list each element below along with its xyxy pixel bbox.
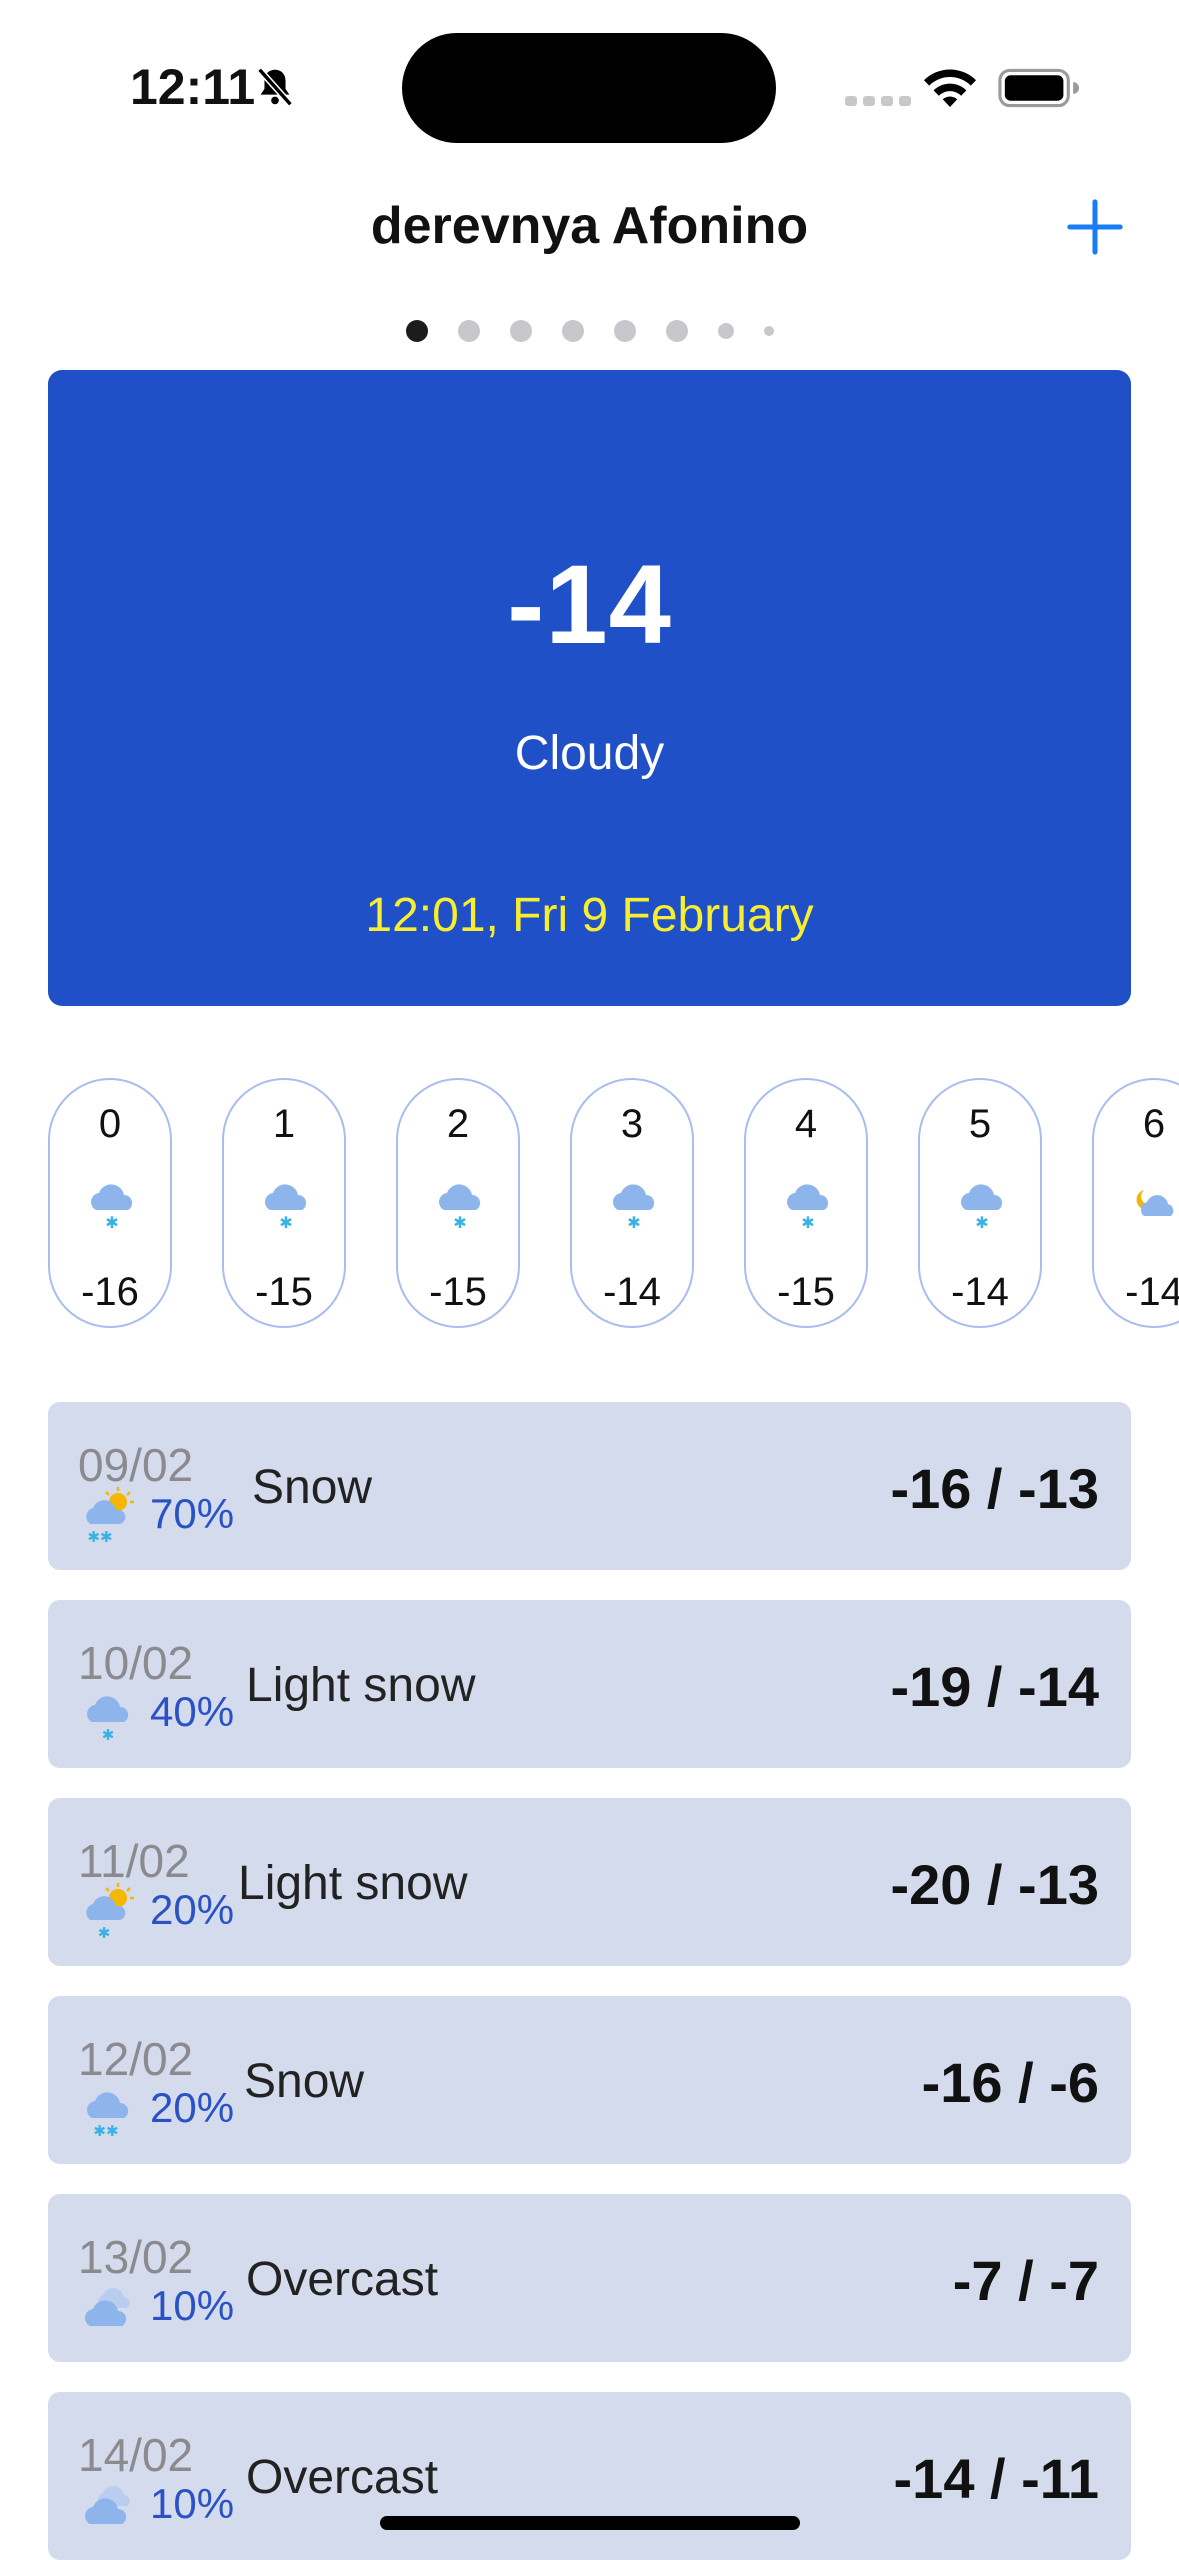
snow-cloud-icon: ✱ [439, 1184, 481, 1232]
hour-temp: -14 [1125, 1270, 1179, 1314]
day-condition: Snow [252, 1461, 373, 1514]
day-condition: Overcast [246, 2253, 439, 2306]
snow-cloud-icon: ✱ [613, 1184, 655, 1232]
page-dot[interactable] [613, 320, 636, 342]
hour-temp: -14 [603, 1270, 661, 1314]
day-temp-range: -19 / -14 [890, 1655, 1099, 1718]
status-time: 12:11 [130, 59, 256, 115]
hour-temp: -15 [429, 1270, 487, 1314]
svg-text:✱: ✱ [627, 1213, 640, 1232]
day-date: 13/02 [78, 2231, 194, 2283]
hour-label: 6 [1142, 1102, 1166, 1146]
hour-label: 5 [968, 1102, 992, 1146]
overcast-cloud-icon [85, 2288, 130, 2326]
hourly-item[interactable]: 1 ✱ -15 [222, 1078, 346, 1328]
svg-text:✱✱: ✱✱ [93, 2122, 118, 2138]
day-temp-range: -20 / -13 [890, 1853, 1099, 1916]
page-dot[interactable] [405, 320, 428, 342]
current-temperature: -14 [507, 542, 672, 667]
current-condition: Cloudy [514, 727, 665, 780]
hourly-item[interactable]: 2 ✱ -15 [396, 1078, 520, 1328]
sun-snow-cloud-icon: ✱ [86, 1883, 134, 1940]
snow-cloud-icon: ✱✱ [87, 2092, 129, 2138]
daily-row[interactable]: 13/02 10% Overcast -7 / -7 [48, 2194, 1131, 2362]
day-date: 12/02 [78, 2033, 194, 2085]
page-dot[interactable] [717, 323, 734, 339]
hourly-item[interactable]: 4 ✱ -15 [744, 1078, 868, 1328]
wifi-icon [924, 69, 976, 107]
day-condition: Light snow [238, 1857, 468, 1910]
day-condition: Light snow [246, 1659, 476, 1712]
daily-row[interactable]: 12/02 ✱✱ 20% Snow -16 / -6 [48, 1996, 1131, 2164]
snow-cloud-icon: ✱ [87, 1696, 129, 1742]
day-condition: Overcast [246, 2451, 439, 2504]
hour-temp: -14 [951, 1270, 1009, 1314]
day-precip: 10% [150, 2282, 235, 2329]
snow-cloud-icon: ✱ [787, 1184, 829, 1232]
day-condition: Snow [244, 2055, 365, 2108]
svg-text:✱: ✱ [98, 1924, 111, 1940]
page-dot[interactable] [509, 320, 532, 342]
svg-text:✱: ✱ [975, 1213, 988, 1232]
snow-cloud-icon: ✱ [91, 1184, 133, 1232]
daily-row[interactable]: 14/02 10% Overcast -14 / -11 [48, 2392, 1131, 2560]
page-dot[interactable] [763, 326, 774, 336]
day-precip: 20% [150, 1886, 235, 1933]
battery-icon [998, 68, 1080, 108]
current-weather-card: -14 Cloudy 12:01, Fri 9 February [48, 370, 1131, 1006]
hourly-item[interactable]: 0 ✱ -16 [48, 1078, 172, 1328]
snow-cloud-icon: ✱ [961, 1184, 1003, 1232]
day-precip: 10% [150, 2480, 235, 2527]
page-dot[interactable] [561, 320, 584, 342]
hourly-item[interactable]: 5 ✱ -14 [918, 1078, 1042, 1328]
moon-cloud-icon [1136, 1190, 1174, 1216]
daily-row[interactable]: 09/02 ✱✱ 70% Snow -16 / -13 [48, 1402, 1131, 1570]
add-city-button[interactable] [1066, 198, 1124, 256]
day-date: 10/02 [78, 1637, 194, 1689]
page-dot[interactable] [665, 320, 688, 342]
day-temp-range: -16 / -6 [921, 2051, 1099, 2114]
day-date: 11/02 [78, 1835, 190, 1887]
dynamic-island [402, 33, 776, 143]
day-precip: 70% [150, 1490, 235, 1537]
daily-row[interactable]: 11/02 ✱ 20% Light snow -20 / -13 [48, 1798, 1131, 1966]
daily-row[interactable]: 10/02 ✱ 40% Light snow -19 / -14 [48, 1600, 1131, 1768]
hour-label: 3 [620, 1102, 644, 1146]
day-precip: 20% [150, 2084, 235, 2131]
svg-text:✱: ✱ [105, 1213, 118, 1232]
hourly-item[interactable]: 6 -14 [1092, 1078, 1179, 1328]
hour-label: 0 [98, 1102, 122, 1146]
hourly-item[interactable]: 3 ✱ -14 [570, 1078, 694, 1328]
day-temp-range: -16 / -13 [890, 1457, 1099, 1520]
current-datetime: 12:01, Fri 9 February [365, 889, 814, 942]
day-date: 14/02 [78, 2429, 194, 2481]
city-title: derevnya Afonino [370, 197, 809, 255]
hour-label: 2 [446, 1102, 470, 1146]
hour-label: 1 [272, 1102, 296, 1146]
page-indicator[interactable] [0, 320, 1179, 342]
home-indicator[interactable] [380, 2516, 800, 2530]
svg-text:✱: ✱ [102, 1726, 115, 1742]
bell-muted-icon [257, 67, 293, 107]
day-temp-range: -7 / -7 [952, 2249, 1099, 2312]
hour-label: 4 [794, 1102, 818, 1146]
snow-cloud-icon: ✱ [265, 1184, 307, 1232]
day-precip: 40% [150, 1688, 235, 1735]
day-date: 09/02 [78, 1439, 194, 1491]
hour-temp: -16 [81, 1270, 139, 1314]
hour-temp: -15 [777, 1270, 835, 1314]
day-temp-range: -14 / -11 [893, 2447, 1099, 2510]
page-dot[interactable] [457, 320, 480, 342]
overcast-cloud-icon [85, 2486, 130, 2524]
hour-temp: -15 [255, 1270, 313, 1314]
svg-text:✱: ✱ [279, 1213, 292, 1232]
cellular-signal-icon [845, 96, 911, 106]
svg-text:✱✱: ✱✱ [87, 1528, 112, 1544]
sun-snow-cloud-icon: ✱✱ [86, 1487, 134, 1544]
svg-text:✱: ✱ [453, 1213, 466, 1232]
svg-text:✱: ✱ [801, 1213, 814, 1232]
hourly-forecast[interactable]: 0 ✱ -16 1 ✱ -15 2 ✱ -15 3 ✱ -14 4 ✱ -15 … [48, 1078, 1179, 1328]
